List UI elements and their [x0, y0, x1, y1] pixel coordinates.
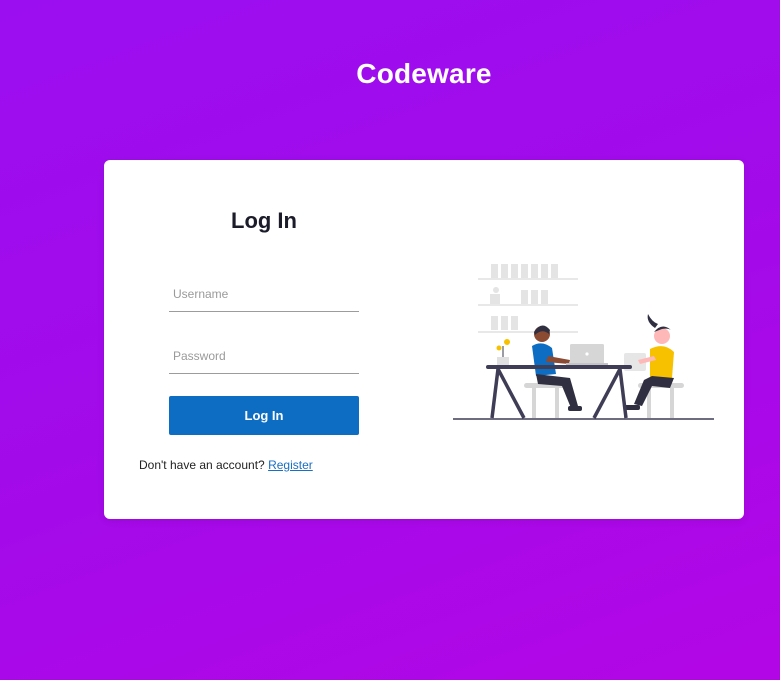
coworking-illustration	[453, 264, 714, 420]
password-input[interactable]	[169, 338, 359, 374]
left-chair	[524, 383, 566, 418]
register-link[interactable]: Register	[268, 458, 313, 472]
brand-title: Codeware	[356, 58, 492, 89]
username-input[interactable]	[169, 276, 359, 312]
register-line: Don't have an account? Register	[139, 458, 313, 472]
register-prompt: Don't have an account?	[139, 458, 265, 472]
login-heading: Log In	[231, 208, 297, 233]
laptop-illustration	[566, 344, 608, 366]
login-card: Log In Log In Don't have an account? Reg…	[104, 160, 744, 519]
login-button[interactable]: Log In	[169, 396, 359, 435]
plant-illustration	[496, 339, 510, 365]
bookshelf-illustration	[478, 264, 578, 333]
